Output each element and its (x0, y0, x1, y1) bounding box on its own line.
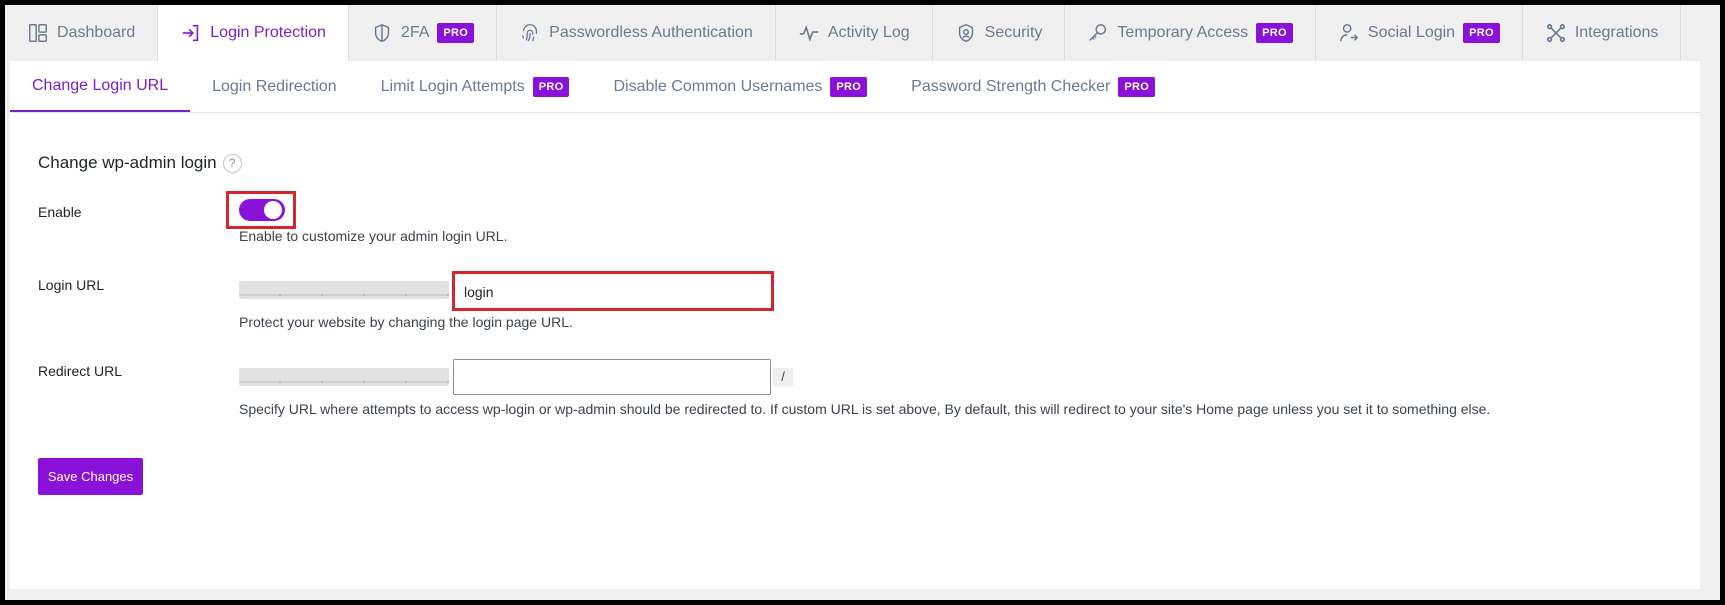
tab-label: 2FA (400, 24, 430, 41)
subtab-password-strength-checker[interactable]: Password Strength Checker PRO (889, 61, 1177, 112)
sub-tab-bar: Change Login URL Login Redirection Limit… (10, 61, 1700, 113)
pro-badge: PRO (437, 23, 475, 43)
tab-label: Temporary Access (1117, 24, 1249, 41)
enable-toggle[interactable] (239, 199, 285, 221)
shield-icon (371, 22, 393, 44)
key-icon (1087, 22, 1109, 44)
tab-integrations[interactable]: Integrations (1523, 5, 1682, 61)
tab-2fa[interactable]: 2FA PRO (349, 5, 498, 61)
dashboard-icon (27, 22, 49, 44)
subtab-label: Password Strength Checker (911, 77, 1111, 95)
save-changes-button[interactable]: Save Changes (38, 458, 143, 495)
subtab-limit-login-attempts[interactable]: Limit Login Attempts PRO (359, 61, 592, 112)
subtab-label: Login Redirection (212, 77, 337, 95)
tab-activity-log[interactable]: Activity Log (776, 5, 933, 61)
pro-badge: PRO (532, 76, 570, 97)
section-title-text: Change wp-admin login (38, 153, 217, 172)
activity-icon (798, 22, 820, 44)
user-share-icon (1338, 22, 1360, 44)
security-shield-icon (955, 22, 977, 44)
tab-label: Dashboard (57, 24, 136, 41)
login-url-description: Protect your website by changing the log… (239, 314, 573, 330)
tab-temporary-access[interactable]: Temporary Access PRO (1065, 5, 1316, 61)
fingerprint-icon (519, 22, 541, 44)
settings-panel: Change Login URL Login Redirection Limit… (10, 61, 1700, 589)
tab-dashboard[interactable]: Dashboard (5, 5, 159, 61)
subtab-login-redirection[interactable]: Login Redirection (190, 61, 359, 112)
redirect-url-description: Specify URL where attempts to access wp-… (239, 401, 1491, 417)
section-title: Change wp-admin login ? (38, 153, 242, 173)
pro-badge: PRO (830, 76, 868, 97)
pro-badge: PRO (1118, 76, 1156, 97)
pro-badge: PRO (1463, 23, 1500, 43)
pro-badge: PRO (1256, 23, 1293, 43)
tab-security[interactable]: Security (933, 5, 1066, 61)
tab-label: Security (984, 24, 1043, 41)
redirect-url-suffix: / (773, 368, 793, 386)
tab-label: Integrations (1574, 24, 1659, 41)
subtab-change-login-url[interactable]: Change Login URL (10, 61, 191, 112)
tab-passwordless-authentication[interactable]: Passwordless Authentication (497, 5, 776, 61)
integrations-icon (1545, 22, 1567, 44)
enable-toggle-highlight (226, 191, 296, 229)
subtab-label: Change Login URL (32, 76, 169, 94)
login-url-highlight (452, 271, 774, 311)
help-icon[interactable]: ? (222, 153, 242, 173)
tab-login-protection[interactable]: Login Protection (158, 5, 349, 61)
login-icon (180, 22, 202, 44)
tab-social-login[interactable]: Social Login PRO (1316, 5, 1523, 61)
subtab-label: Disable Common Usernames (613, 77, 823, 95)
tab-label: Passwordless Authentication (549, 24, 753, 41)
tab-label: Login Protection (210, 24, 326, 41)
redirect-url-input[interactable] (453, 359, 771, 395)
tab-label: Social Login (1367, 24, 1456, 41)
redirect-url-prefix (239, 368, 449, 386)
login-url-label: Login URL (38, 277, 105, 293)
subtab-label: Limit Login Attempts (380, 77, 525, 95)
app-frame: Dashboard Login Protection 2FA PRO Passw… (5, 5, 1720, 600)
login-url-input[interactable] (464, 282, 764, 302)
enable-label: Enable (38, 204, 82, 220)
toggle-knob (264, 201, 282, 219)
redirect-url-label: Redirect URL (38, 363, 123, 379)
subtab-disable-common-usernames[interactable]: Disable Common Usernames PRO (591, 61, 889, 112)
top-tab-bar: Dashboard Login Protection 2FA PRO Passw… (5, 5, 1720, 61)
login-url-prefix (239, 281, 449, 299)
tab-label: Activity Log (827, 24, 910, 41)
enable-description: Enable to customize your admin login URL… (239, 228, 508, 244)
